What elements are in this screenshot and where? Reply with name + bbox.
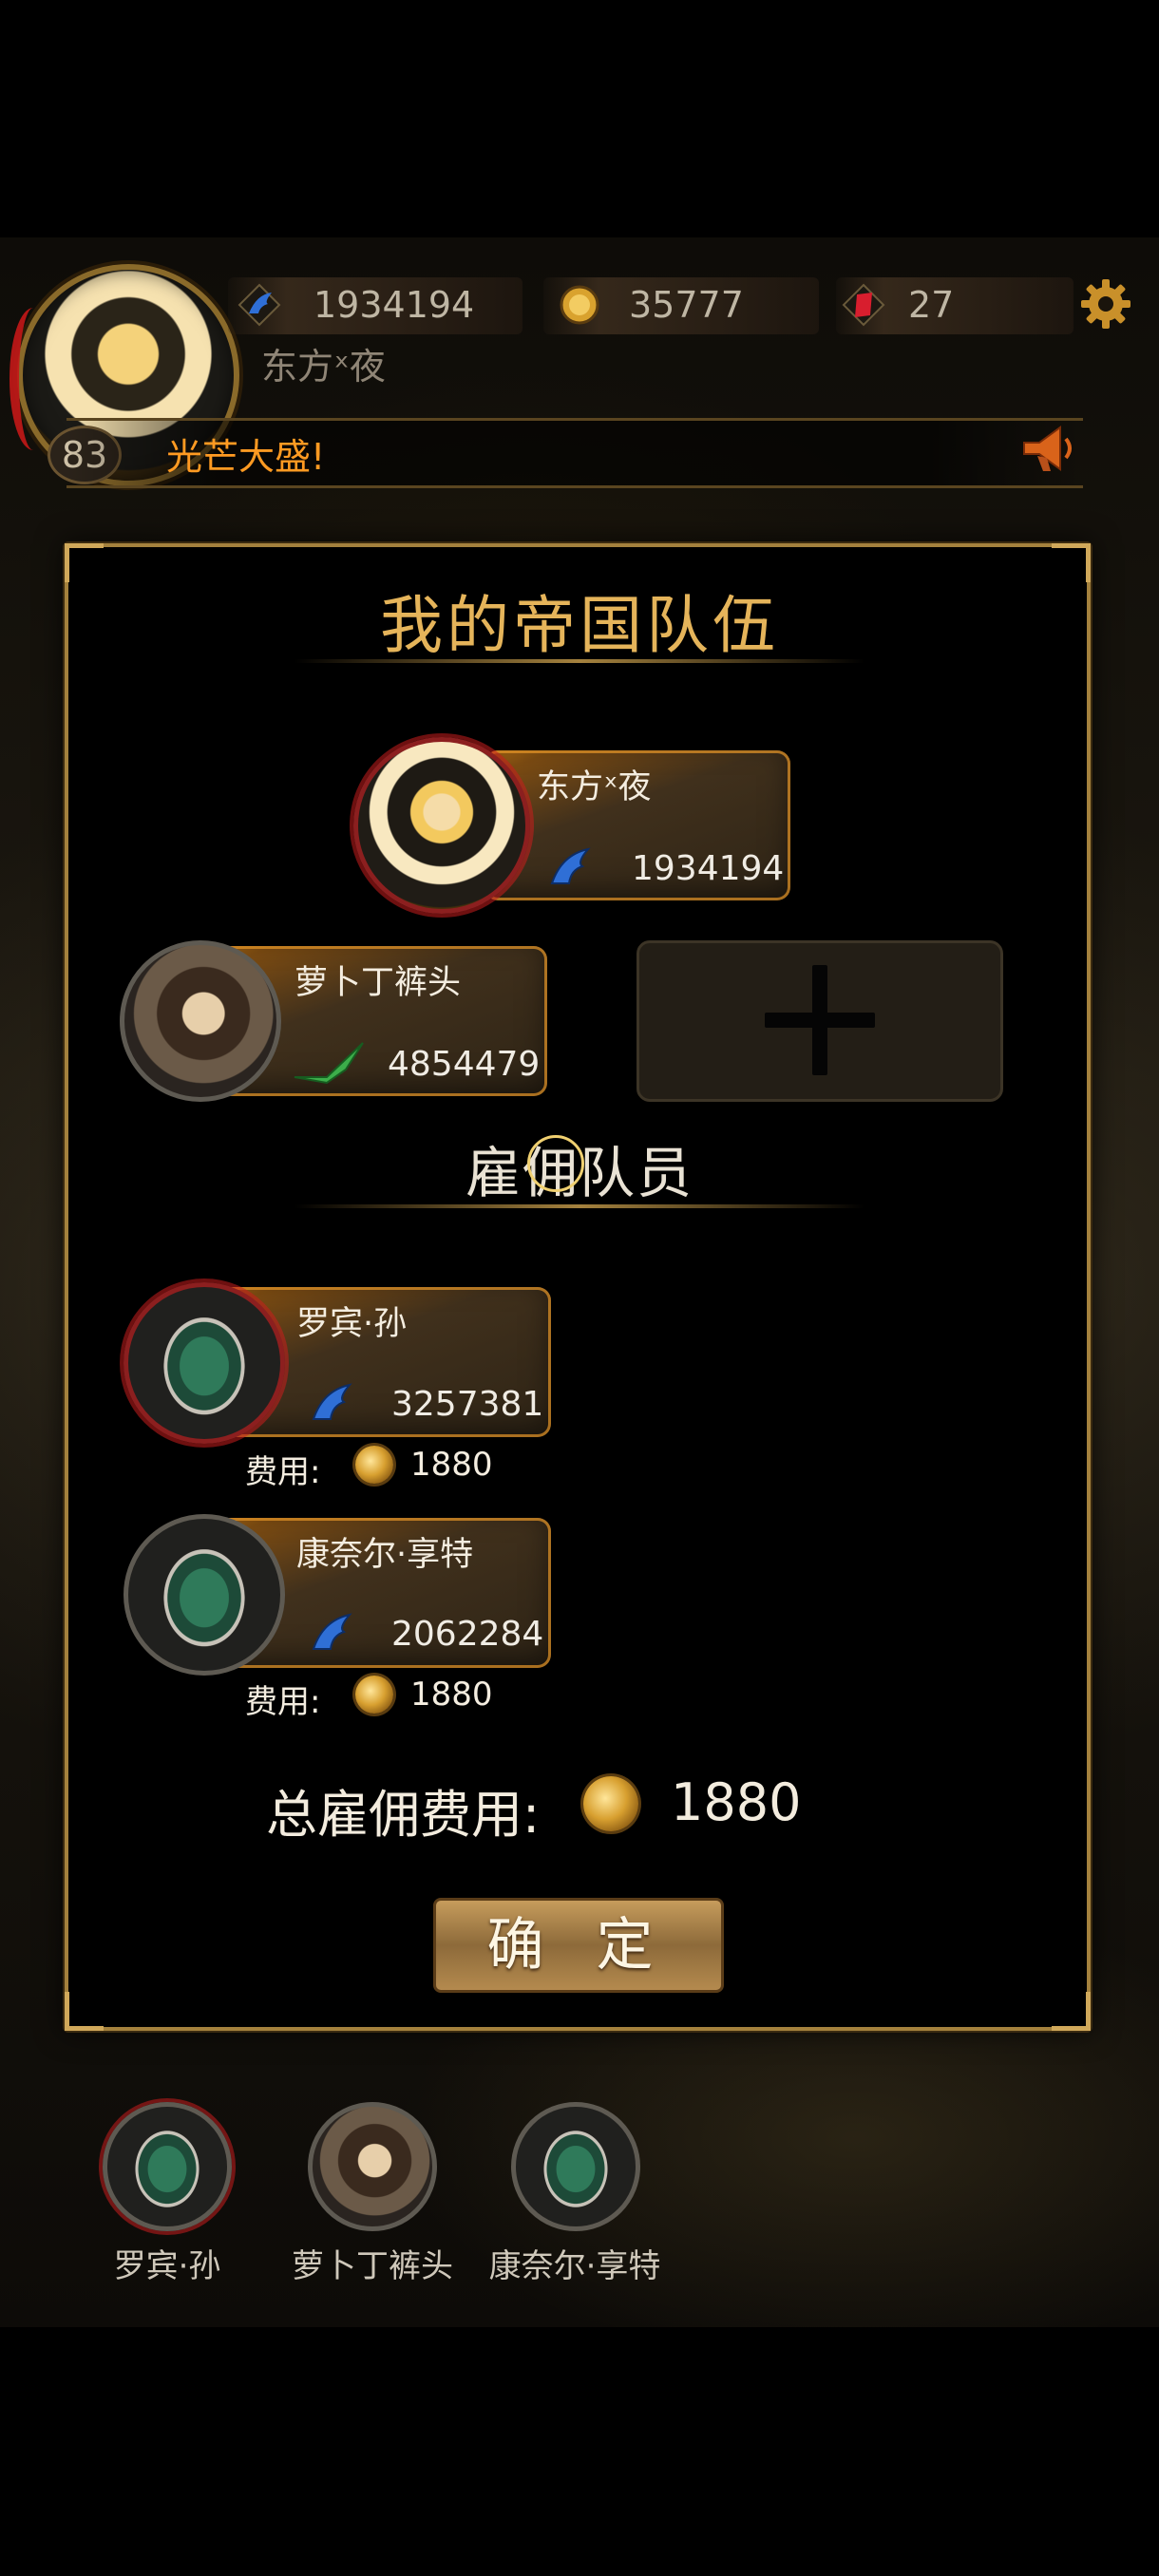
hire-portrait (124, 1282, 285, 1444)
hire-portrait (124, 1514, 285, 1676)
bottom-hire-name: 康奈尔·享特 (488, 2247, 661, 2285)
confirm-button[interactable]: 确 定 (433, 1898, 724, 1993)
touch-indicator (527, 1135, 584, 1192)
gem-value: 27 (908, 284, 955, 326)
gear-icon[interactable] (1077, 275, 1134, 332)
power-value: 1934194 (314, 284, 475, 326)
leader-name: 东方ˣ夜 (537, 768, 652, 806)
hire-power: 2062284 (391, 1615, 544, 1654)
leader-portrait (353, 737, 530, 914)
total-fee-label: 总雇佣费用: (266, 1785, 541, 1845)
fee-value: 1880 (410, 1676, 493, 1714)
player-name: 东方ˣ夜 (261, 346, 386, 388)
blue-wing-icon (550, 847, 591, 884)
fee-value: 1880 (410, 1446, 493, 1484)
bottom-hire-portrait[interactable] (308, 2102, 437, 2231)
member-power: 4854479 (388, 1045, 541, 1084)
member-name: 萝卜丁裤头 (294, 964, 462, 1002)
total-fee-value: 1880 (671, 1772, 802, 1832)
blue-wing-icon (238, 283, 281, 327)
hire-divider (294, 1204, 864, 1208)
notice-text: 光芒大盛! (166, 436, 326, 478)
gold-coin-icon (583, 1776, 638, 1831)
title-divider (294, 659, 864, 663)
bottom-hire-name: 萝卜丁裤头 (292, 2247, 453, 2285)
hire-power: 3257381 (391, 1385, 544, 1424)
plus-icon-vertical (812, 965, 827, 1075)
gold-value: 35777 (629, 284, 744, 326)
bottom-hire-portrait[interactable] (511, 2102, 640, 2231)
bottom-hire-name: 罗宾·孙 (113, 2247, 221, 2285)
gold-coin-icon (355, 1676, 393, 1714)
gold-coin-icon (560, 285, 599, 325)
blue-wing-icon (312, 1383, 352, 1420)
red-gem-icon (842, 283, 885, 327)
hire-name: 康奈尔·享特 (296, 1536, 474, 1574)
horn-icon[interactable] (1018, 420, 1081, 477)
green-bow-icon (294, 1042, 364, 1085)
panel-title: 我的帝国队伍 (380, 589, 779, 662)
fee-label: 费用: (245, 1683, 321, 1721)
fee-label: 费用: (245, 1453, 321, 1491)
member-portrait (120, 940, 281, 1102)
blue-wing-icon (312, 1613, 352, 1650)
gold-coin-icon (355, 1446, 393, 1484)
leader-power: 1934194 (632, 849, 785, 888)
hire-name: 罗宾·孙 (296, 1305, 408, 1343)
bottom-hire-portrait[interactable] (103, 2102, 232, 2231)
